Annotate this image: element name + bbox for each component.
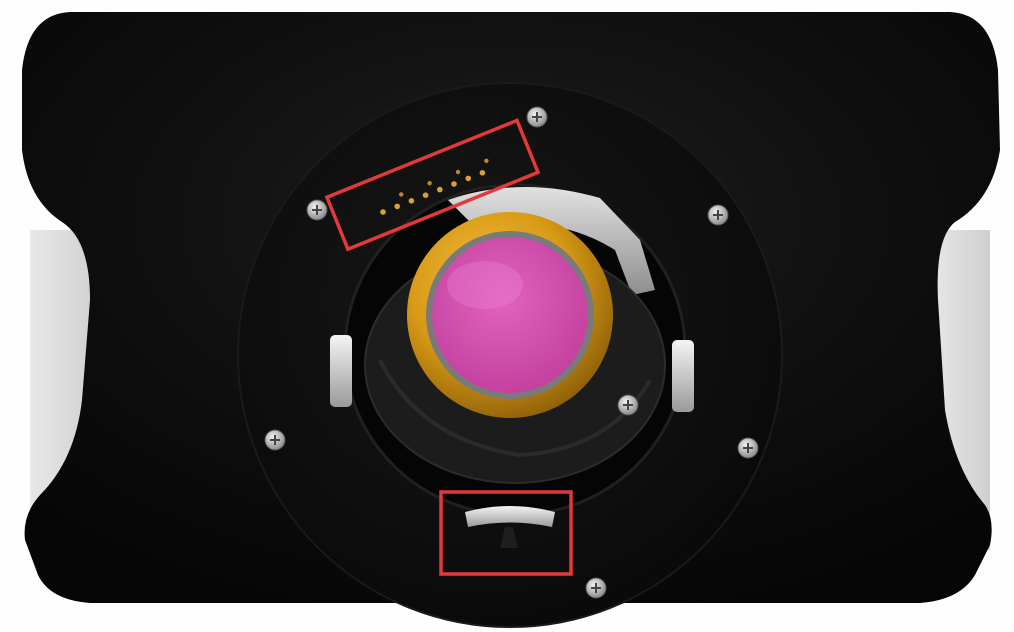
sensor-glare [447, 261, 523, 309]
camera-body-illustration [22, 12, 1000, 628]
contact-pin [394, 203, 401, 210]
screw-icon [707, 204, 729, 226]
screw-icon [306, 199, 328, 221]
screw-icon [585, 577, 607, 599]
screw-icon [526, 106, 548, 128]
sensor-window [432, 237, 588, 393]
bayonet-tab-right [672, 340, 694, 412]
contact-pin [422, 192, 429, 198]
contact-pin [484, 158, 489, 163]
contact-pin [451, 181, 457, 187]
contact-pin [455, 169, 461, 175]
contact-pin [437, 186, 443, 193]
camera-mount-photo [0, 0, 1014, 632]
bayonet-tab-left [330, 335, 352, 407]
screw-icon [264, 429, 286, 451]
contact-pin [465, 175, 472, 182]
screw-icon [737, 437, 759, 459]
contact-pin [399, 192, 404, 197]
contact-pin [427, 181, 432, 186]
contact-pin [380, 209, 386, 215]
contact-pin [479, 170, 486, 176]
contact-pin [408, 198, 415, 204]
screw-icon [617, 394, 639, 416]
